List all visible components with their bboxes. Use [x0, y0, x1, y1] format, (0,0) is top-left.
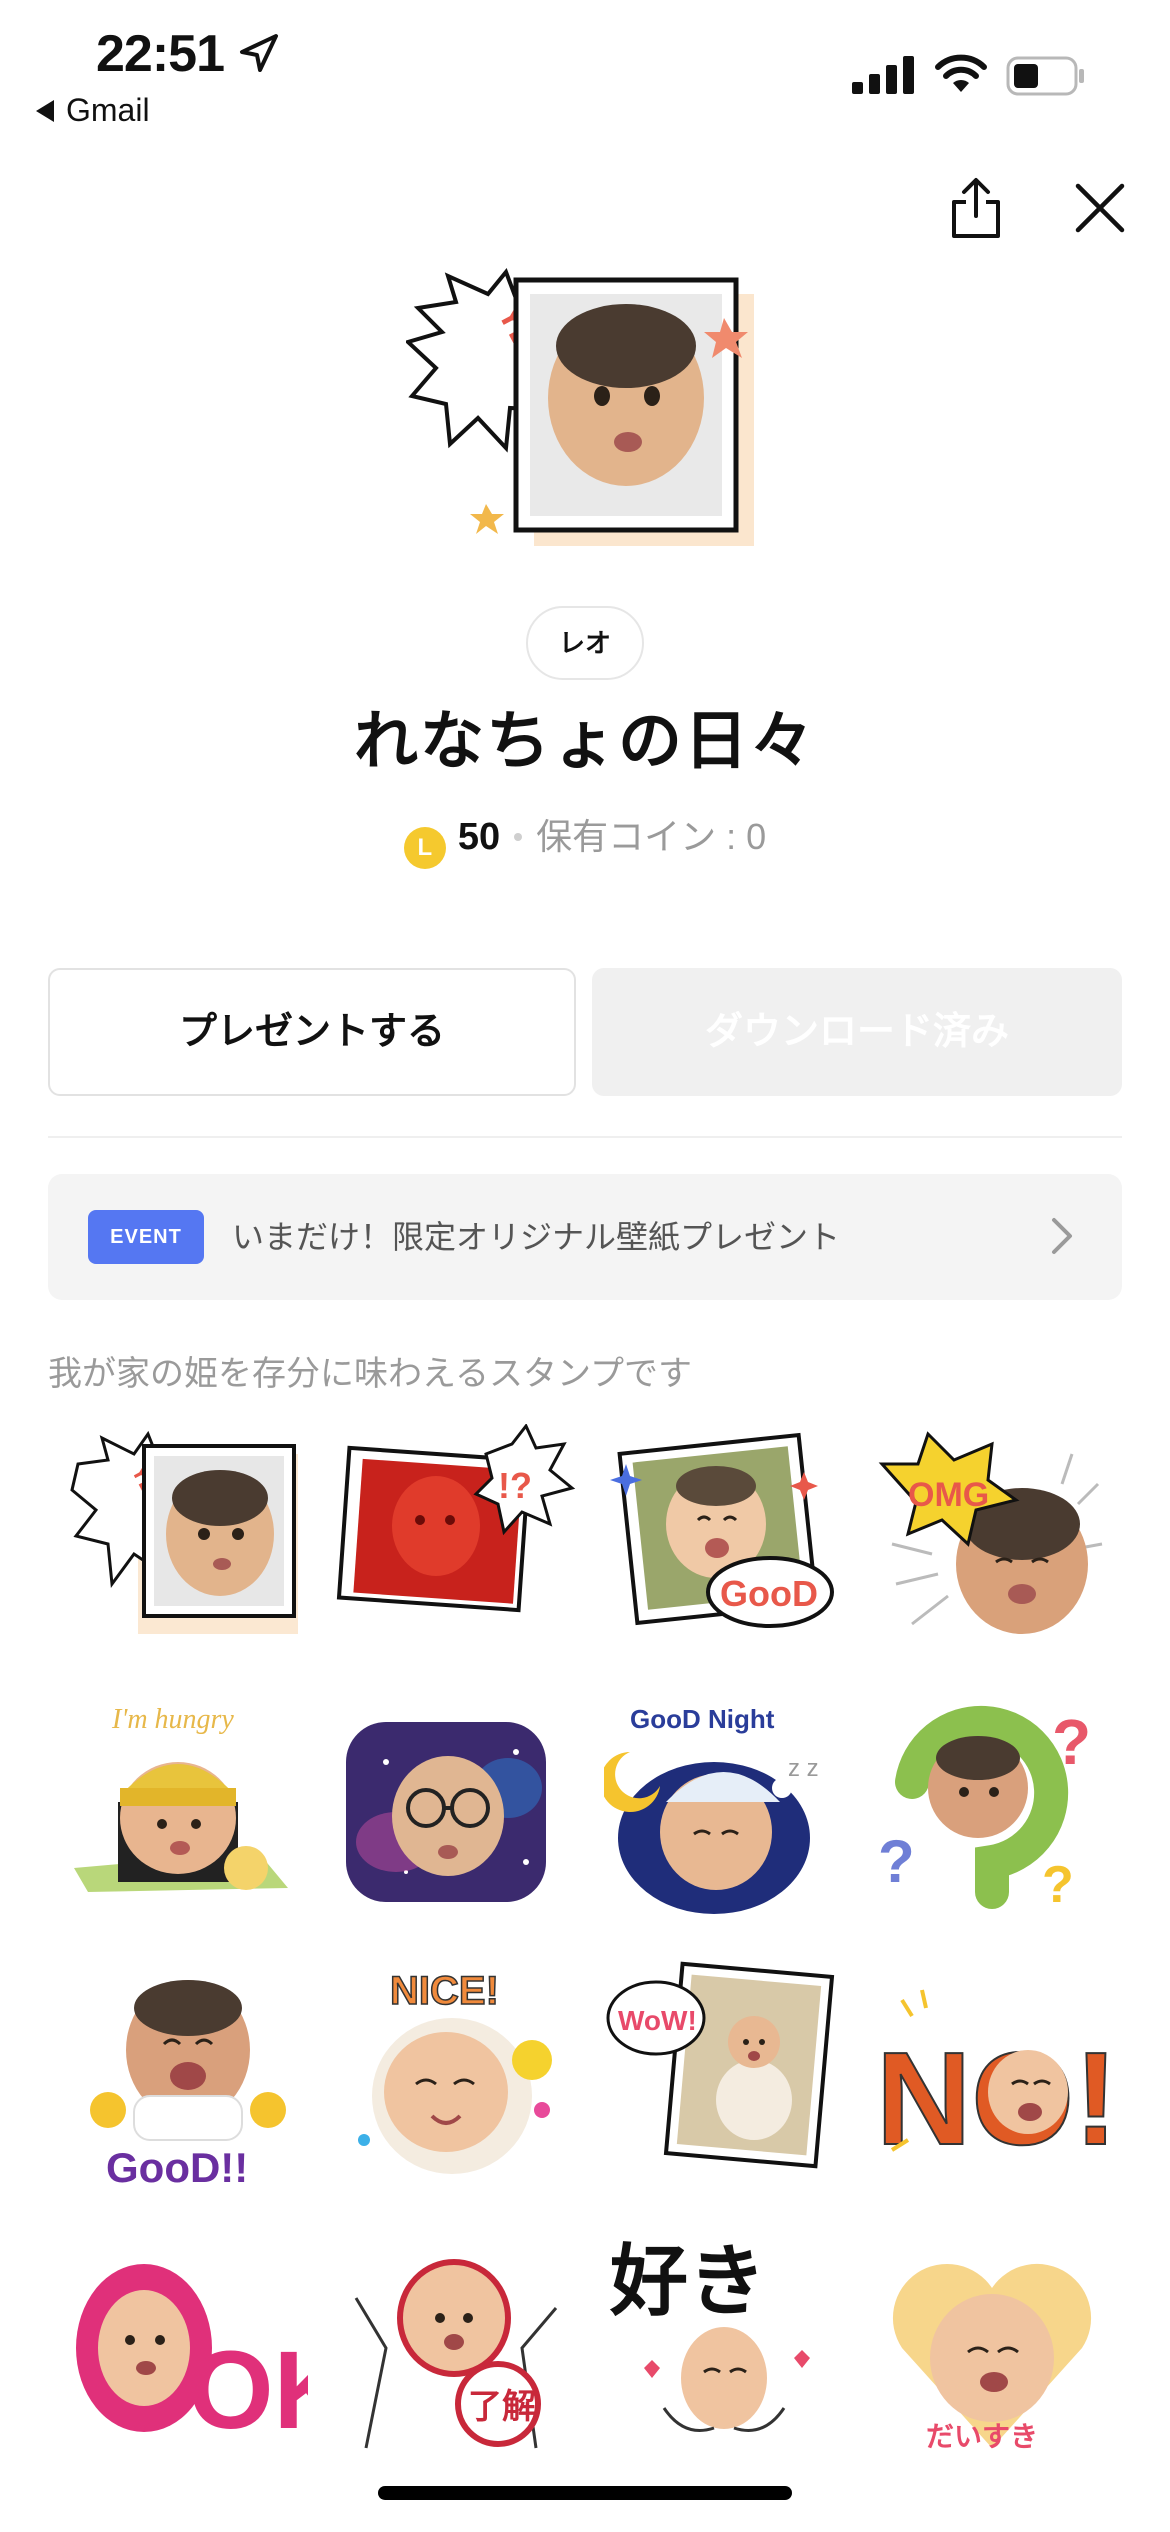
line-coin-icon: L: [403, 827, 446, 869]
wifi-icon: [935, 54, 987, 92]
sticker-image: GooD!!: [90, 1980, 286, 2191]
sticker-image: OK!: [76, 2264, 308, 2452]
sticker-caption: I'm hungry: [111, 1704, 234, 1735]
sticker-item[interactable]: !?: [336, 1424, 576, 1664]
event-text: いまだけ！限定オリジナル壁紙プレゼント: [232, 1219, 841, 1255]
svg-text:?: ?: [878, 1828, 915, 1895]
sticker-item[interactable]: GooD: [604, 1424, 844, 1664]
status-time: 22:51: [96, 25, 225, 83]
sticker-description: 我が家の姫を存分に味わえるスタンプです: [48, 1355, 692, 1393]
sticker-image: OMG: [878, 1431, 1103, 1634]
sticker-image: NICE!: [358, 1968, 552, 2174]
author-badge[interactable]: レオ: [526, 606, 644, 680]
share-icon[interactable]: [946, 176, 1006, 240]
sticker-item[interactable]: だいすき: [872, 2228, 1112, 2468]
svg-text:?: ?: [1042, 1856, 1074, 1914]
signal-icon: [852, 56, 914, 94]
sticker-item[interactable]: I'm hungry: [68, 1692, 308, 1932]
event-banner[interactable]: EVENT いまだけ！限定オリジナル壁紙プレゼント: [48, 1174, 1122, 1300]
sticker-image: [346, 1722, 546, 1902]
event-badge: EVENT: [88, 1210, 204, 1264]
page-title: れなちょの日々: [354, 705, 816, 777]
sticker-item[interactable]: YEAH!: [68, 1424, 308, 1664]
coins-owned-text: 保有コイン : 0: [536, 816, 767, 857]
location-arrow-icon: [240, 34, 278, 72]
separator-dot: [514, 833, 523, 841]
svg-text:z z: z z: [788, 1755, 819, 1782]
sticker-item[interactable]: ? ? ?: [872, 1692, 1112, 1932]
sticker-item[interactable]: OK!: [68, 2228, 308, 2468]
sticker-item[interactable]: WoW!: [604, 1960, 844, 2200]
sticker-item[interactable]: OMG: [872, 1424, 1112, 1664]
sticker-image: WoW!: [606, 1961, 835, 2169]
sticker-caption: だいすき: [926, 2420, 1038, 2453]
sticker-caption: 了解: [468, 2387, 536, 2427]
sticker-item[interactable]: [336, 1692, 576, 1932]
price-row: L 50 保有コイン : 0: [0, 808, 1170, 869]
sticker-item[interactable]: 了解: [336, 2228, 576, 2468]
back-to-app-link[interactable]: Gmail: [36, 92, 150, 129]
home-indicator[interactable]: [378, 2486, 792, 2500]
back-app-label: Gmail: [66, 92, 150, 128]
sticker-caption: OK!: [188, 2329, 308, 2452]
sticker-caption: ?: [1052, 1706, 1091, 1778]
sticker-caption: 好き: [609, 2237, 766, 2327]
back-triangle-icon: [36, 100, 54, 122]
sticker-image: I'm hungry: [74, 1704, 288, 1892]
sticker-item[interactable]: GooD!!: [68, 1960, 308, 2200]
sticker-caption: WoW!: [618, 2005, 697, 2036]
present-button[interactable]: プレゼントする: [48, 968, 576, 1096]
sticker-image: 了解: [354, 2259, 558, 2449]
sticker-item[interactable]: 好き: [604, 2228, 844, 2468]
sticker-item[interactable]: NICE!: [336, 1960, 576, 2200]
sticker-image: 好き: [609, 2237, 810, 2439]
sticker-image: ? ? ?: [878, 1705, 1091, 1914]
price-value: 50: [457, 816, 501, 858]
sticker-image: GooD Night z z: [604, 1704, 819, 1914]
close-icon[interactable]: [1070, 178, 1130, 238]
sticker-item[interactable]: NO!: [872, 1960, 1112, 2200]
sticker-image: GooD: [610, 1432, 834, 1628]
sticker-caption: GooD!!: [106, 2144, 248, 2191]
sticker-caption: OMG: [908, 1476, 989, 1514]
sticker-image: だいすき: [892, 2263, 1092, 2453]
divider: [48, 1136, 1122, 1138]
sticker-image: !?: [336, 1424, 576, 1613]
downloaded-button[interactable]: ダウンロード済み: [592, 968, 1122, 1096]
sticker-caption: GooD Night: [630, 1704, 775, 1734]
sticker-image: YEAH!: [70, 1430, 298, 1634]
sticker-item[interactable]: GooD Night z z: [604, 1692, 844, 1932]
sticker-caption: GooD: [720, 1573, 818, 1614]
chevron-right-icon: [1052, 1218, 1072, 1254]
sticker-image: NO!: [875, 1989, 1112, 2173]
sticker-caption: NICE!: [390, 1969, 499, 2013]
battery-icon: [1006, 56, 1084, 96]
status-bar: 22:51 Gmail: [0, 0, 1170, 150]
hero-sticker-image: YEAH!: [406, 268, 754, 546]
sticker-caption: !?: [498, 1465, 532, 1506]
